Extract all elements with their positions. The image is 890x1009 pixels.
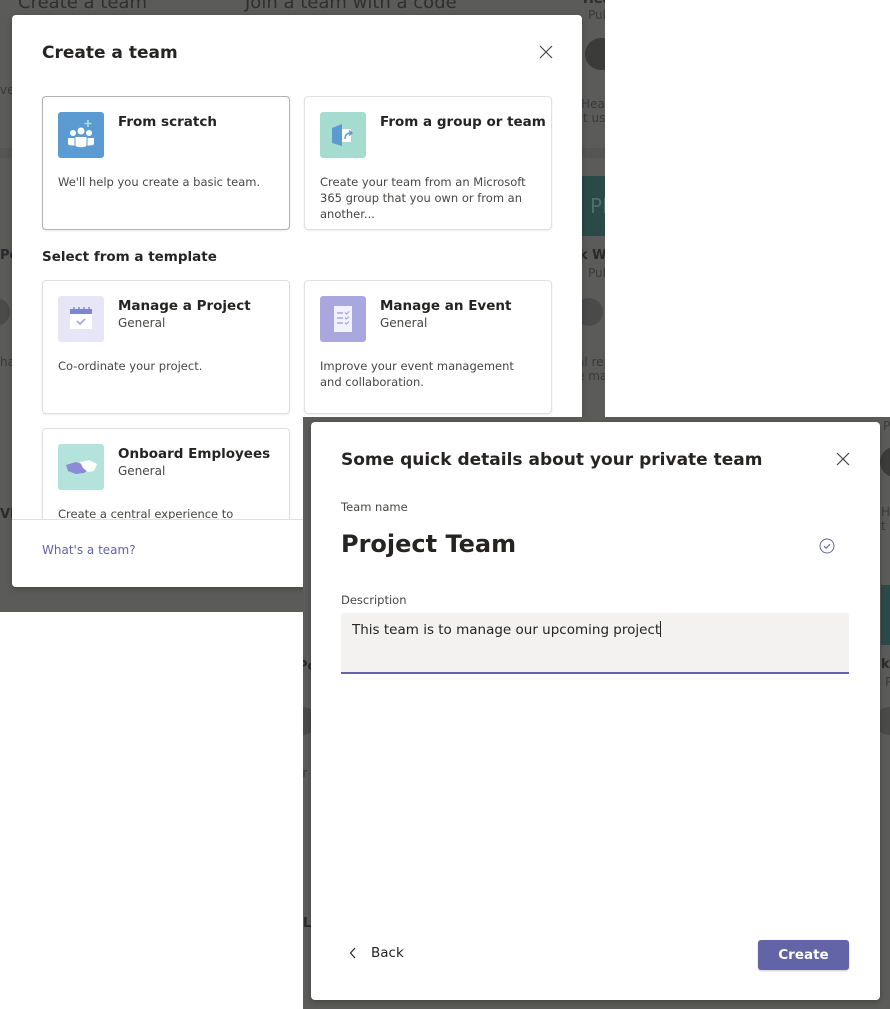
template-title: Manage an Event	[380, 298, 512, 314]
bg-text-fragment: Healt	[581, 97, 605, 111]
bg-banner-text: Pl	[590, 194, 605, 218]
whats-a-team-link[interactable]: What's a team?	[42, 543, 136, 557]
close-icon	[836, 452, 850, 466]
bg-team-banner	[881, 585, 890, 645]
option-title: From scratch	[118, 114, 217, 130]
back-label: Back	[371, 945, 404, 961]
bg-team-privacy: Pub	[588, 8, 605, 22]
template-title: Manage a Project	[118, 298, 251, 314]
bg-tab-join-team: Join a team with a code	[245, 0, 457, 13]
calendar-check-icon	[58, 296, 104, 342]
close-icon	[539, 45, 553, 59]
template-description: Co-ordinate your project.	[58, 359, 203, 373]
close-button[interactable]	[835, 451, 851, 467]
option-description: Create your team from an Microsoft 365 g…	[320, 175, 526, 221]
close-button[interactable]	[538, 44, 554, 60]
bg-team-title: k	[881, 657, 890, 672]
bg-team-privacy: P	[885, 675, 890, 689]
team-details-dialog: Some quick details about your private te…	[311, 422, 880, 1000]
bg-team-privacy: Pub	[588, 266, 605, 280]
description-label: Description	[341, 593, 407, 607]
template-section-label: Select from a template	[42, 249, 217, 265]
team-details-screenshot: Po ar L P He t u k P Some quick details …	[303, 417, 890, 1009]
option-description: We'll help you create a basic team.	[58, 175, 261, 189]
description-input[interactable]: This team is to manage our upcoming proj…	[341, 613, 849, 674]
text-caret	[660, 621, 662, 637]
option-title: From a group or team	[380, 114, 546, 130]
option-card-from-scratch[interactable]: From scratch We'll help you create a bas…	[42, 96, 290, 230]
bg-tab-create-team: Create a team	[18, 0, 147, 13]
bg-avatar	[0, 298, 10, 326]
bg-team-title: k W	[579, 248, 605, 263]
team-name-label: Team name	[341, 500, 408, 514]
template-card-manage-event[interactable]: Manage an Event General Improve your eve…	[304, 280, 552, 414]
template-card-manage-project[interactable]: Manage a Project General Co-ordinate you…	[42, 280, 290, 414]
handshake-icon	[58, 444, 104, 490]
bg-text-fragment: t use	[583, 111, 605, 125]
bg-text-fragment: ar	[303, 766, 308, 780]
dialog-title: Some quick details about your private te…	[341, 450, 763, 470]
team-name-input[interactable]: Project Team	[341, 530, 516, 558]
group-export-icon	[320, 112, 366, 158]
bg-avatar	[880, 447, 890, 477]
template-category: General	[118, 316, 166, 330]
template-category: General	[380, 316, 428, 330]
description-value: This team is to manage our upcoming proj…	[352, 621, 662, 638]
back-button[interactable]: Back	[349, 945, 404, 961]
bg-team-title: Health a	[583, 0, 605, 7]
chevron-left-icon	[349, 947, 356, 959]
create-button[interactable]: Create	[758, 940, 849, 970]
bg-avatar	[585, 38, 605, 70]
bg-text-fragment: t u	[881, 519, 890, 533]
checklist-icon	[320, 296, 366, 342]
bg-text-fragment: P	[883, 419, 890, 433]
dialog-title: Create a team	[42, 43, 178, 63]
bg-text-fragment: He	[881, 505, 890, 519]
people-add-icon	[58, 112, 104, 158]
valid-check-icon	[819, 538, 835, 554]
option-card-from-group[interactable]: From a group or team Create your team fr…	[304, 96, 552, 230]
template-description: Improve your event management and collab…	[320, 359, 514, 389]
template-title: Onboard Employees	[118, 446, 271, 462]
template-category: General	[118, 464, 166, 478]
